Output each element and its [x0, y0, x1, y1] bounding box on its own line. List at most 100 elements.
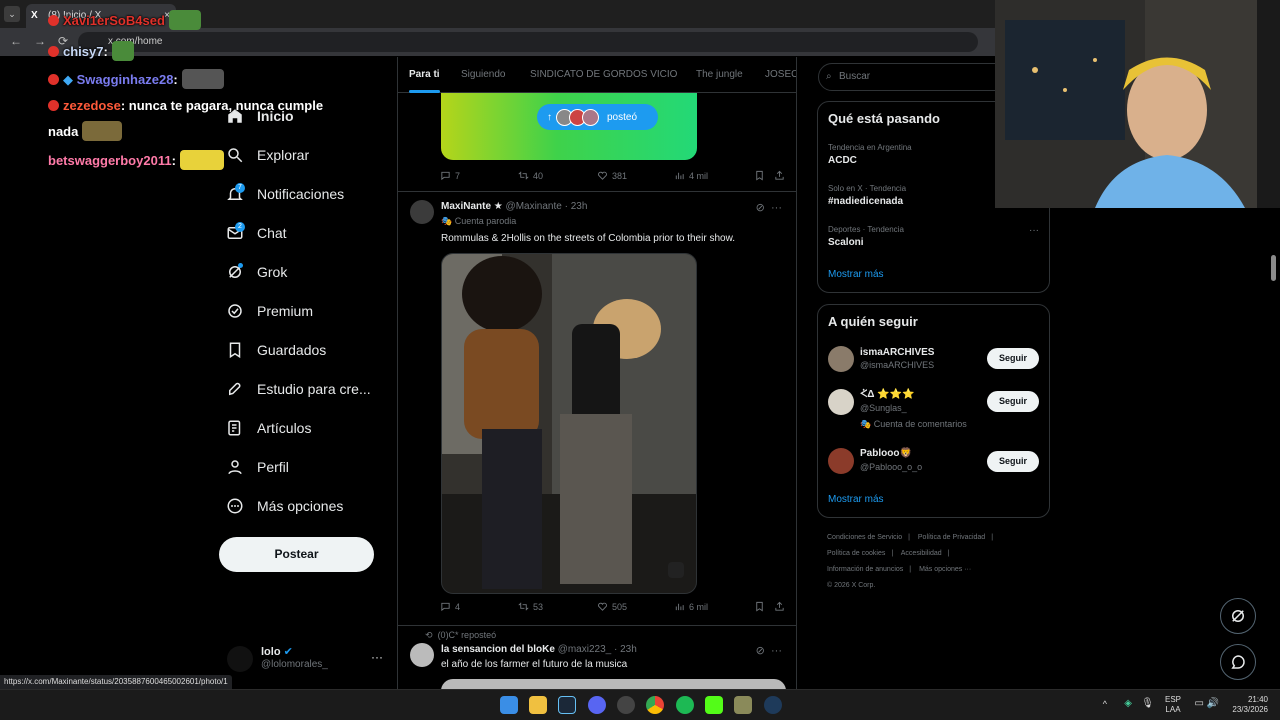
discord-icon[interactable] [588, 696, 606, 714]
post-3[interactable]: ⟲ (0)C* reposteó la sensancion del bloKe… [398, 626, 796, 689]
reply-button[interactable]: 4 [440, 601, 460, 612]
nav-item-bookmarks[interactable]: Guardados [219, 331, 397, 369]
more-icon[interactable]: ··· [771, 202, 782, 214]
like-button[interactable]: 505 [597, 601, 627, 612]
language-indicator[interactable]: ESP LAA [1165, 695, 1181, 715]
repost-button[interactable]: 40 [518, 170, 543, 181]
grok-icon[interactable]: ⊘ [756, 645, 765, 657]
avatar[interactable] [410, 200, 434, 224]
scrollbar-thumb[interactable] [1271, 255, 1276, 281]
obs-icon[interactable] [617, 696, 635, 714]
microphone-icon[interactable]: 🎙 [1141, 698, 1154, 709]
nav-item-profile[interactable]: Perfil [219, 448, 397, 486]
file-explorer-icon[interactable] [529, 696, 547, 714]
steam-icon[interactable] [558, 696, 576, 714]
spotify-icon[interactable] [676, 696, 694, 714]
more-icon[interactable]: ··· [1029, 225, 1039, 236]
follow-button[interactable]: Seguir [987, 391, 1039, 412]
tab-the-jungle[interactable]: The jungle [696, 57, 743, 93]
repost-button[interactable]: 53 [518, 601, 543, 612]
tab-para-ti[interactable]: Para ti [409, 57, 440, 93]
app-icon[interactable] [734, 696, 752, 714]
nav-item-notifications[interactable]: 7 Notificaciones [219, 175, 397, 213]
chat-message: ◆ Swagginhaze28: [48, 69, 224, 89]
kick-icon[interactable] [705, 696, 723, 714]
follow-button[interactable]: Seguir [987, 348, 1039, 369]
chat-message: betswaggerboy2011: [48, 150, 224, 170]
grok-fab[interactable] [1220, 598, 1256, 634]
shield-icon[interactable]: ◈ [1124, 698, 1132, 709]
tab-sindicato[interactable]: SINDICATO DE GORDOS VICIO [530, 57, 677, 93]
trend-item[interactable]: ACDC [828, 155, 857, 166]
post-author[interactable]: la sensancion del bloKe @maxi223_ · 23h [441, 644, 637, 655]
suggested-user-name[interactable]: Pablooo🦁 [860, 448, 912, 459]
ccleaner-icon[interactable] [764, 696, 782, 714]
trend-item[interactable]: #nadiedicenada [828, 196, 903, 207]
nav-item-grok[interactable]: Grok [219, 253, 397, 291]
messages-fab[interactable] [1220, 644, 1256, 680]
clock[interactable]: 21:40 23/3/2026 [1232, 695, 1268, 715]
post-author[interactable]: MaxiNante ★ @Maxinante · 23h [441, 201, 587, 212]
nav-item-chat[interactable]: 2 Chat [219, 214, 397, 252]
nav-item-creator-studio[interactable]: Estudio para cre... [219, 370, 397, 408]
grok-icon[interactable]: ⊘ [756, 202, 765, 214]
nav-label: Notificaciones [257, 186, 345, 202]
bell-icon: 7 [219, 182, 251, 206]
nav-item-more[interactable]: Más opciones [219, 487, 397, 525]
show-more-link[interactable]: Mostrar más [828, 269, 884, 280]
back-icon[interactable]: ← [10, 34, 22, 48]
footer-link[interactable]: Información de anuncios [827, 566, 903, 573]
avatar[interactable] [828, 448, 854, 474]
avatar[interactable] [828, 389, 854, 415]
avatar[interactable] [410, 643, 434, 667]
footer-link[interactable]: Accesibilidad [901, 550, 942, 557]
views-button[interactable]: 6 mil [674, 601, 708, 612]
share-icon[interactable] [774, 601, 785, 612]
post-photo[interactable] [441, 253, 697, 594]
post-2[interactable]: MaxiNante ★ @Maxinante · 23h 🎭 Cuenta pa… [398, 192, 796, 626]
grok-icon [1232, 610, 1244, 622]
chrome-icon[interactable] [646, 696, 664, 714]
footer-link[interactable]: Política de Privacidad [918, 534, 985, 541]
follow-button[interactable]: Seguir [987, 451, 1039, 472]
more-icon[interactable]: ··· [371, 650, 383, 664]
start-icon[interactable] [500, 696, 518, 714]
emote-icon [82, 121, 123, 141]
nav-item-premium[interactable]: Premium [219, 292, 397, 330]
network-icon[interactable]: ▭ [1195, 698, 1204, 709]
chevron-up-icon[interactable]: ^ [1103, 699, 1107, 709]
suggested-user-name[interactable]: ᢵΔ ⭐⭐⭐ [860, 389, 915, 400]
premium-icon [219, 299, 251, 323]
chat-message: chisy7: [48, 41, 134, 61]
footer-link[interactable]: Condiciones de Servicio [827, 534, 902, 541]
nav-item-articles[interactable]: Artículos [219, 409, 397, 447]
tab-joseo[interactable]: JOSEO [765, 57, 796, 93]
reply-button[interactable]: 7 [440, 170, 460, 181]
bookmark-icon[interactable] [754, 601, 765, 612]
arrow-up-icon: ↑ [547, 111, 552, 123]
like-button[interactable]: 381 [597, 170, 627, 181]
bookmark-icon[interactable] [754, 170, 765, 181]
repost-context: ⟲ (0)C* reposteó [425, 630, 497, 640]
post-button[interactable]: Postear [219, 537, 374, 572]
avatar[interactable] [828, 346, 854, 372]
subscriber-badge-icon [48, 46, 59, 57]
tab-search-button[interactable]: ⌄ [4, 6, 20, 22]
views-button[interactable]: 4 mil [674, 170, 708, 181]
share-icon[interactable] [774, 170, 785, 181]
tab-siguiendo[interactable]: Siguiendo [461, 57, 505, 93]
footer-link[interactable]: Política de cookies [827, 550, 885, 557]
post-menu: ⊘ ··· [756, 201, 782, 214]
account-switcher[interactable]: lolo ✔ @lolomorales_ ··· [219, 642, 397, 682]
footer-link[interactable]: Más opciones ··· [919, 566, 971, 573]
post-menu: ⊘ ··· [756, 644, 782, 657]
post-media[interactable] [441, 679, 786, 689]
nav-label: Grok [257, 264, 288, 280]
volume-icon[interactable]: 🔊 [1207, 698, 1219, 709]
more-icon[interactable]: ··· [771, 645, 782, 657]
suggested-user-name[interactable]: ismaARCHIVES [860, 347, 934, 358]
footer-links: Condiciones de Servicio | Política de Pri… [827, 534, 994, 589]
new-posts-pill[interactable]: ↑ posteó [537, 104, 658, 130]
trend-item[interactable]: Scaloni [828, 237, 864, 248]
show-more-link[interactable]: Mostrar más [828, 494, 884, 505]
